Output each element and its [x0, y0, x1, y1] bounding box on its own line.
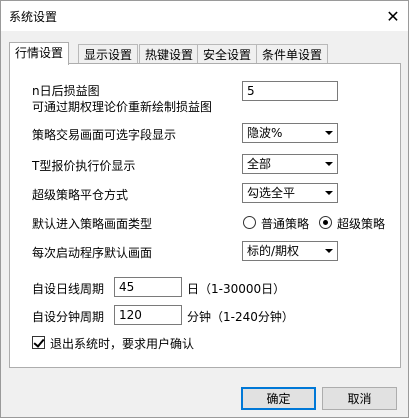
- t-quote-select[interactable]: 全部: [242, 154, 338, 174]
- tab-hotkey-settings[interactable]: 热键设置: [139, 44, 200, 64]
- minute-period-hint: 分钟（1-240分钟）: [187, 310, 294, 324]
- title-bar: 系统设置 ✕: [1, 1, 408, 31]
- default-strategy-label: 默认进入策略画面类型: [32, 217, 153, 231]
- startup-value: 标的/期权: [247, 244, 300, 258]
- super-close-label: 超级策略平仓方式: [32, 188, 129, 202]
- radio-super-strategy-label[interactable]: 超级策略: [337, 215, 385, 232]
- confirm-exit-label[interactable]: 退出系统时，要求用户确认: [50, 335, 194, 352]
- profit-loss-days-sublabel: 可通过期权理论价重新绘制损益图: [32, 100, 213, 114]
- minute-period-label: 自设分钟周期: [32, 310, 105, 324]
- super-close-select[interactable]: 勾选全平: [242, 183, 338, 203]
- daily-period-input[interactable]: 45: [114, 277, 182, 297]
- super-close-value: 勾选全平: [247, 186, 296, 200]
- radio-normal-strategy-label[interactable]: 普通策略: [261, 215, 309, 232]
- strategy-field-select[interactable]: 隐波%: [242, 123, 338, 143]
- daily-period-label: 自设日线周期: [32, 282, 105, 296]
- startup-select[interactable]: 标的/期权: [242, 241, 338, 261]
- chevron-down-icon[interactable]: [320, 124, 337, 142]
- close-icon[interactable]: ✕: [378, 1, 408, 31]
- chevron-down-icon[interactable]: [320, 184, 337, 202]
- daily-period-hint: 日（1-30000日）: [187, 282, 286, 296]
- tab-security-settings[interactable]: 安全设置: [197, 44, 258, 64]
- chevron-down-icon[interactable]: [320, 155, 337, 173]
- settings-dialog: 系统设置 ✕ 行情设置 显示设置 热键设置 安全设置 条件单设置 n日后损益图 …: [0, 0, 409, 418]
- strategy-field-label: 策略交易画面可选字段显示: [32, 128, 177, 142]
- tab-conditional-order-settings[interactable]: 条件单设置: [256, 44, 329, 64]
- minute-period-input[interactable]: 120: [114, 305, 182, 325]
- confirm-exit-checkbox[interactable]: [32, 336, 45, 349]
- chevron-down-icon[interactable]: [320, 242, 337, 260]
- t-quote-label: T型报价执行价显示: [32, 159, 136, 173]
- profit-loss-days-label: n日后损益图: [32, 84, 100, 98]
- radio-normal-strategy[interactable]: [243, 216, 256, 229]
- tab-display-settings[interactable]: 显示设置: [78, 44, 139, 64]
- t-quote-value: 全部: [247, 157, 272, 171]
- ok-button[interactable]: 确定: [241, 387, 316, 410]
- startup-label: 每次启动程序默认画面: [32, 246, 153, 260]
- tab-market-settings[interactable]: 行情设置: [9, 42, 70, 65]
- settings-panel: n日后损益图 可通过期权理论价重新绘制损益图 5 策略交易画面可选字段显示 隐波…: [9, 63, 401, 368]
- radio-super-strategy[interactable]: [319, 216, 332, 229]
- profit-loss-days-input[interactable]: 5: [242, 81, 338, 101]
- cancel-button[interactable]: 取消: [322, 387, 397, 410]
- strategy-field-value: 隐波%: [247, 126, 283, 140]
- window-title: 系统设置: [9, 10, 58, 24]
